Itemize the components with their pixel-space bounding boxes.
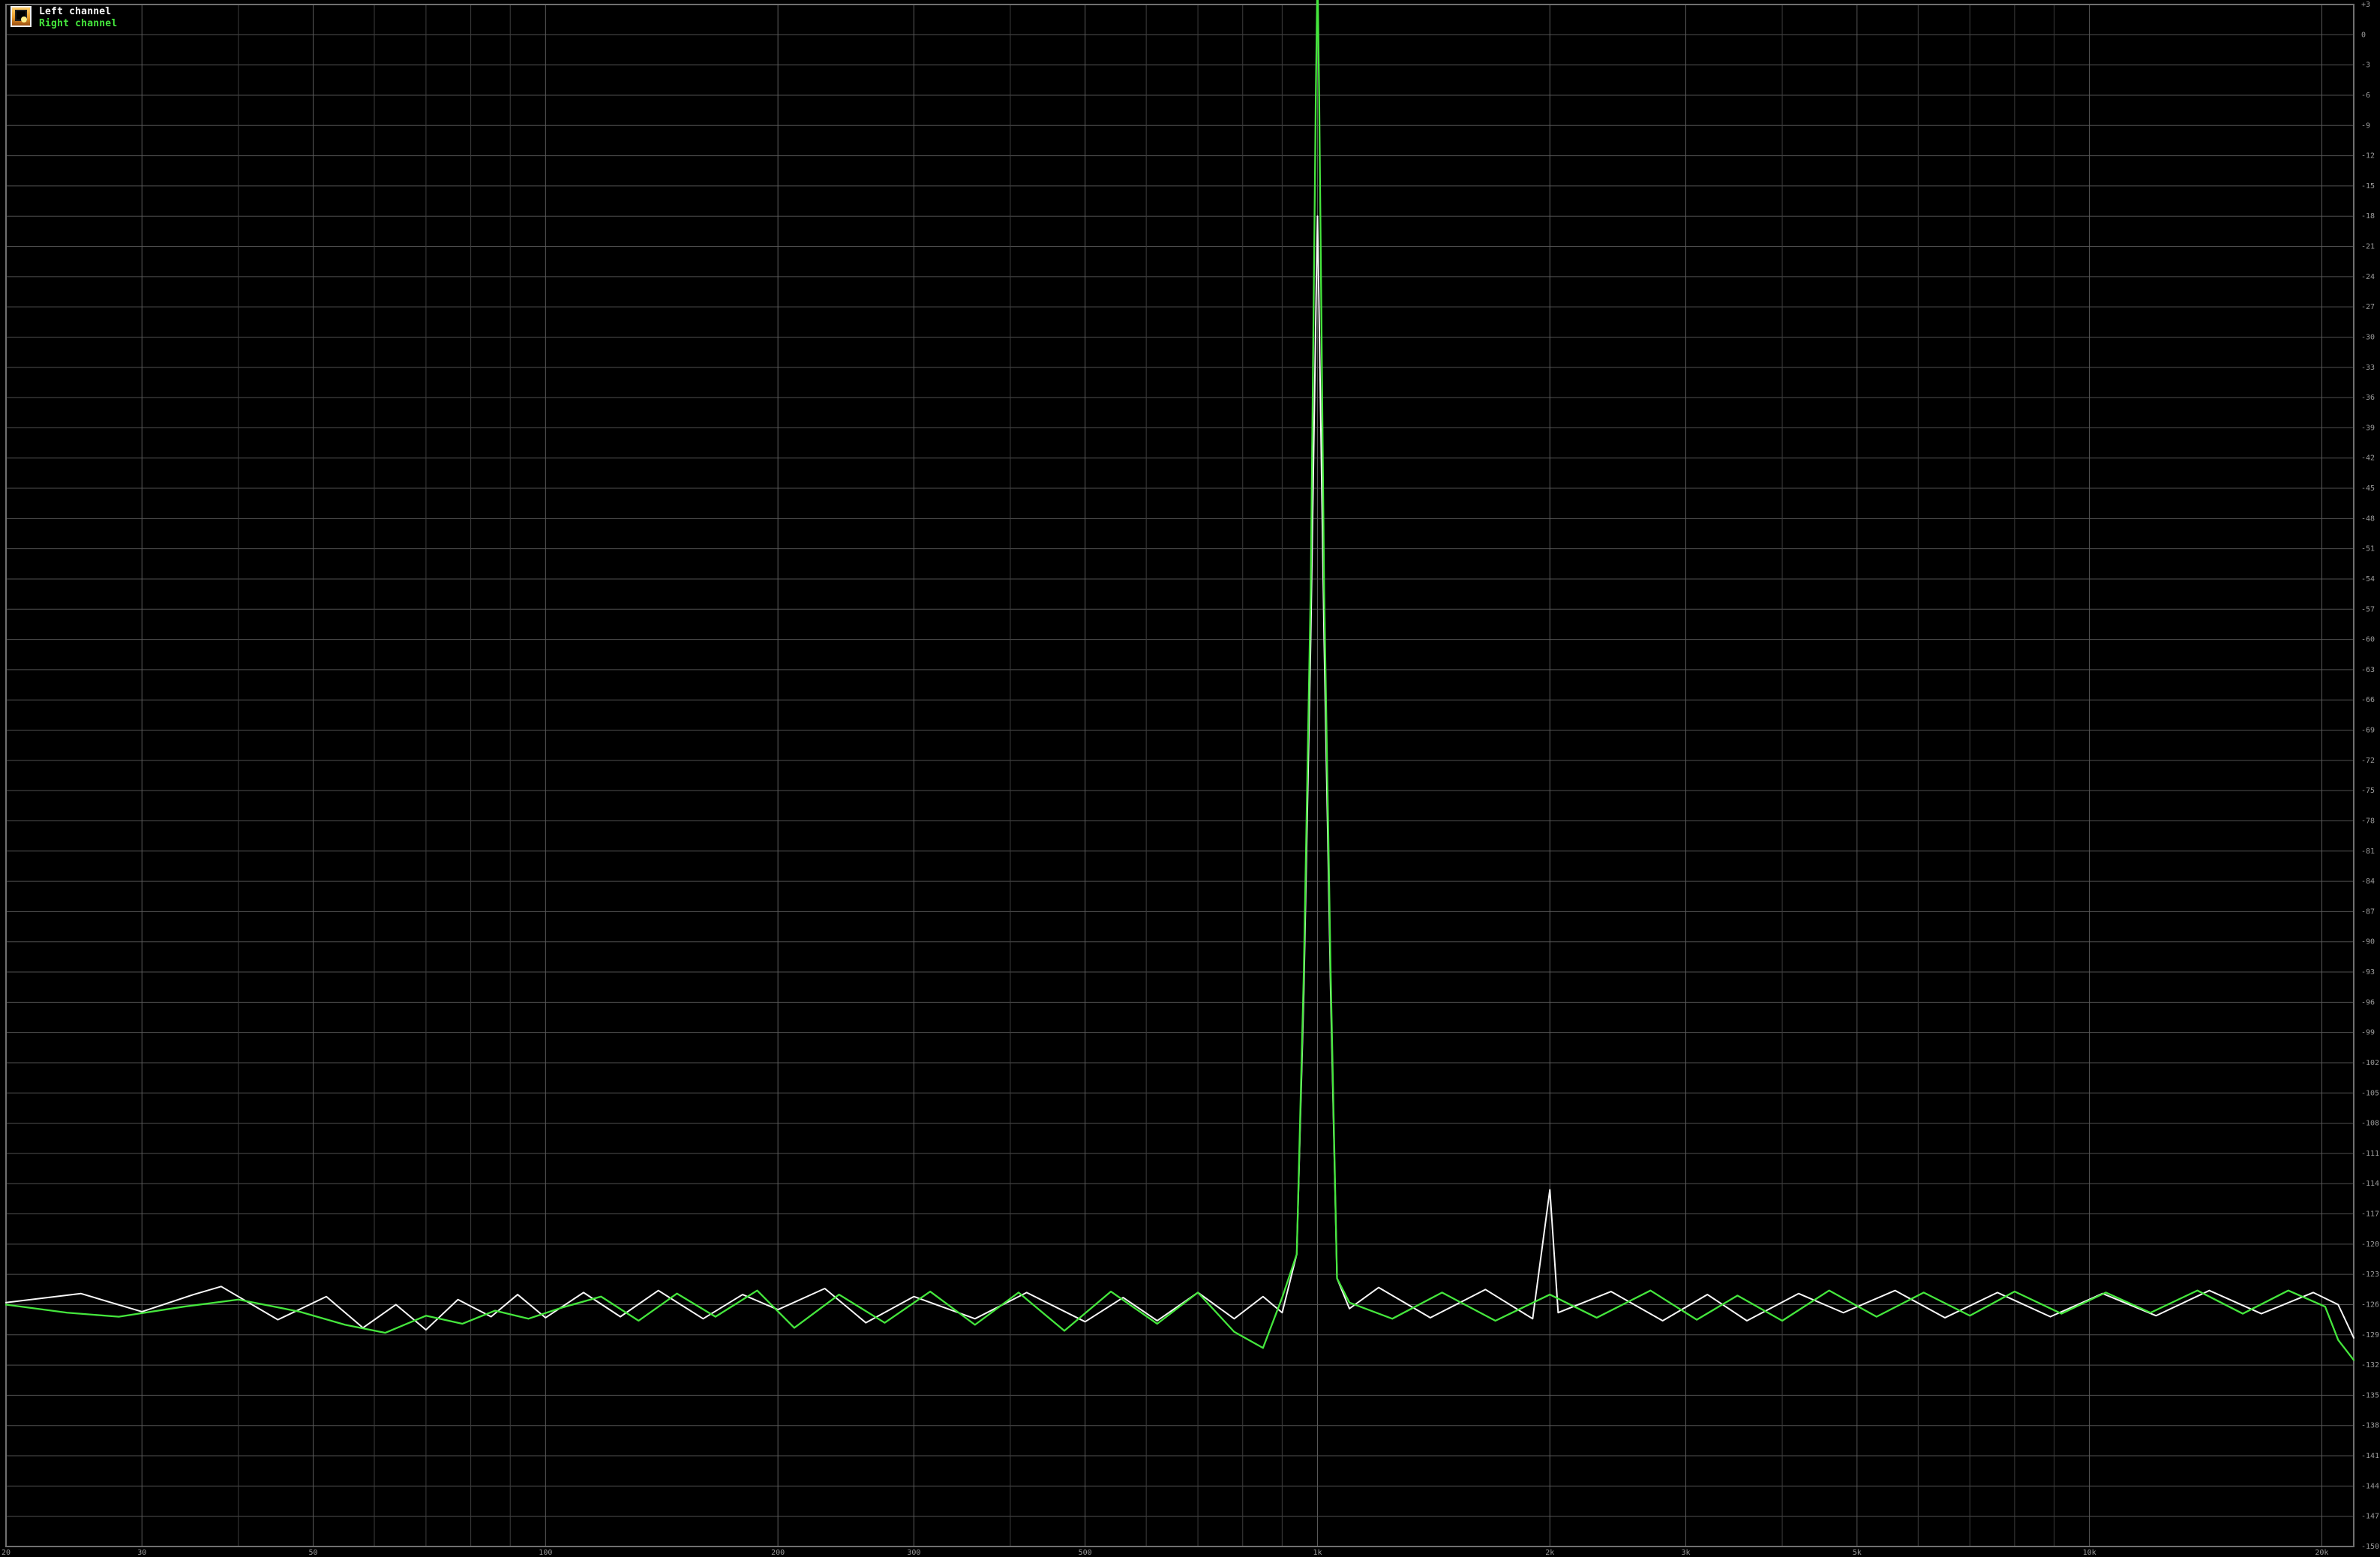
y-tick-label: -39 bbox=[2361, 424, 2375, 432]
y-tick-label: -102 bbox=[2361, 1059, 2379, 1067]
y-tick-label: -138 bbox=[2361, 1422, 2379, 1430]
y-tick-label: +3 bbox=[2361, 1, 2370, 9]
x-tick-label: 300 bbox=[907, 1549, 920, 1557]
y-tick-label: -129 bbox=[2361, 1331, 2379, 1340]
x-tick-label: 200 bbox=[771, 1549, 785, 1557]
y-tick-label: -18 bbox=[2361, 212, 2375, 220]
y-tick-label: -150 bbox=[2361, 1543, 2379, 1551]
y-tick-label: -15 bbox=[2361, 182, 2375, 190]
legend-text: Left channel Right channel bbox=[39, 6, 122, 29]
y-tick-label: -48 bbox=[2361, 514, 2375, 523]
y-tick-label: -42 bbox=[2361, 454, 2375, 463]
x-tick-label: 1k bbox=[1313, 1549, 1322, 1557]
x-tick-label: 2k bbox=[1545, 1549, 1554, 1557]
y-tick-label: -99 bbox=[2361, 1029, 2375, 1037]
y-tick-label: -144 bbox=[2361, 1482, 2379, 1490]
x-tick-label: 20k bbox=[2315, 1549, 2328, 1557]
y-tick-label: -60 bbox=[2361, 636, 2375, 644]
y-tick-label: -123 bbox=[2361, 1270, 2379, 1279]
y-tick-label: -33 bbox=[2361, 364, 2375, 372]
spectrum-chart: -150-147-144-141-138-135-132-129-126-123… bbox=[0, 0, 2380, 1557]
y-tick-label: -75 bbox=[2361, 787, 2375, 795]
legend-right-channel: Right channel bbox=[39, 18, 122, 29]
y-tick-label: -12 bbox=[2361, 152, 2375, 160]
y-tick-label: -72 bbox=[2361, 757, 2375, 765]
x-tick-label: 3k bbox=[1681, 1549, 1690, 1557]
y-tick-label: -30 bbox=[2361, 333, 2375, 341]
legend-right-label: Right channel bbox=[39, 18, 118, 29]
spectrum-analyzer-icon bbox=[11, 6, 32, 27]
y-tick-label: -66 bbox=[2361, 696, 2375, 704]
x-tick-label: 50 bbox=[309, 1549, 318, 1557]
y-tick-label: -24 bbox=[2361, 273, 2375, 281]
y-tick-label: -69 bbox=[2361, 727, 2375, 735]
y-tick-label: -84 bbox=[2361, 878, 2375, 886]
y-tick-label: -54 bbox=[2361, 575, 2375, 584]
y-tick-label: -27 bbox=[2361, 303, 2375, 311]
x-tick-label: 5k bbox=[1853, 1549, 1862, 1557]
x-tick-label: 20 bbox=[2, 1549, 11, 1557]
y-tick-label: -132 bbox=[2361, 1361, 2379, 1370]
y-tick-label: -93 bbox=[2361, 968, 2375, 976]
y-tick-label: 0 bbox=[2361, 31, 2366, 39]
y-tick-label: -90 bbox=[2361, 938, 2375, 946]
y-tick-label: -126 bbox=[2361, 1300, 2379, 1309]
y-tick-label: -117 bbox=[2361, 1210, 2379, 1219]
y-tick-label: -111 bbox=[2361, 1150, 2379, 1158]
y-tick-label: -21 bbox=[2361, 243, 2375, 251]
x-tick-label: 500 bbox=[1079, 1549, 1092, 1557]
legend-left-channel: Left channel bbox=[39, 6, 112, 17]
y-tick-label: -57 bbox=[2361, 605, 2375, 614]
y-tick-label: -51 bbox=[2361, 545, 2375, 554]
y-tick-label: -135 bbox=[2361, 1391, 2379, 1400]
y-tick-label: -78 bbox=[2361, 817, 2375, 825]
y-tick-label: -108 bbox=[2361, 1120, 2379, 1128]
y-tick-label: -63 bbox=[2361, 666, 2375, 674]
x-tick-label: 10k bbox=[2083, 1549, 2096, 1557]
y-tick-label: -87 bbox=[2361, 908, 2375, 916]
x-tick-label: 30 bbox=[137, 1549, 146, 1557]
y-tick-label: -96 bbox=[2361, 998, 2375, 1006]
y-tick-label: -141 bbox=[2361, 1452, 2379, 1460]
y-tick-label: -6 bbox=[2361, 92, 2370, 100]
y-tick-label: -120 bbox=[2361, 1240, 2379, 1249]
y-tick-label: -147 bbox=[2361, 1513, 2379, 1521]
y-tick-label: -105 bbox=[2361, 1089, 2379, 1097]
y-tick-label: -9 bbox=[2361, 122, 2370, 130]
y-tick-label: -36 bbox=[2361, 394, 2375, 402]
y-tick-label: -81 bbox=[2361, 848, 2375, 856]
y-tick-label: -3 bbox=[2361, 62, 2370, 70]
legend: Left channel Right channel bbox=[11, 6, 122, 32]
x-tick-label: 100 bbox=[539, 1549, 552, 1557]
y-tick-label: -114 bbox=[2361, 1180, 2379, 1188]
y-tick-label: -45 bbox=[2361, 484, 2375, 493]
